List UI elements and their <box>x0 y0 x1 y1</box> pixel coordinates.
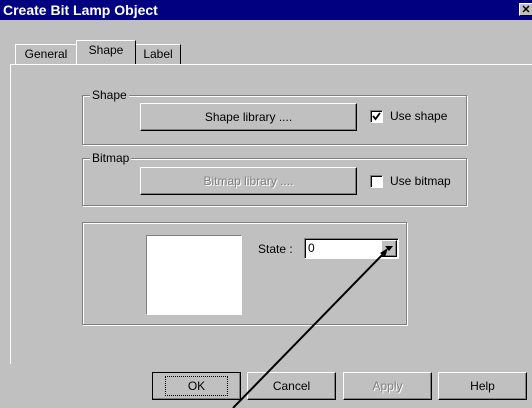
checkmark-icon <box>372 112 381 121</box>
cancel-button-label: Cancel <box>272 379 311 393</box>
tab-shape-label: Shape <box>88 43 124 57</box>
use-bitmap-label: Use bitmap <box>390 174 451 188</box>
shape-group-label: Shape <box>90 88 129 102</box>
shape-library-button-label: Shape library .... <box>204 110 293 124</box>
apply-button-label: Apply <box>372 379 403 393</box>
state-select-value: 0 <box>308 241 315 255</box>
state-preview-box <box>146 235 242 315</box>
state-label: State : <box>258 242 293 256</box>
ok-button-label: OK <box>164 376 229 396</box>
help-button[interactable]: Help <box>438 372 527 400</box>
use-shape-label: Use shape <box>390 109 448 123</box>
tab-general[interactable]: General <box>15 44 77 64</box>
bitmap-library-button-label: Bitmap library .... <box>203 174 294 188</box>
tab-shape[interactable]: Shape <box>76 40 136 64</box>
shape-library-button[interactable]: Shape library .... <box>140 103 357 131</box>
state-dropdown-button[interactable] <box>381 240 397 257</box>
window-title: Create Bit Lamp Object <box>3 2 158 18</box>
bitmap-library-button[interactable]: Bitmap library .... <box>140 167 357 195</box>
dropdown-arrow-icon <box>385 246 393 251</box>
ok-button[interactable]: OK <box>152 372 241 400</box>
title-bar[interactable]: Create Bit Lamp Object ✕ <box>0 0 532 20</box>
help-button-label: Help <box>470 379 495 393</box>
apply-button[interactable]: Apply <box>343 372 432 400</box>
close-button[interactable]: ✕ <box>519 3 532 16</box>
use-bitmap-checkbox[interactable] <box>370 175 383 188</box>
state-select[interactable]: 0 <box>304 238 399 259</box>
tab-general-label: General <box>24 47 68 61</box>
tab-label-label: Label <box>143 47 173 61</box>
dialog-window: Create Bit Lamp Object ✕ General Shape L… <box>0 0 532 408</box>
use-shape-checkbox[interactable] <box>370 110 383 123</box>
cancel-button[interactable]: Cancel <box>247 372 336 400</box>
bitmap-group-label: Bitmap <box>90 151 132 165</box>
tab-label[interactable]: Label <box>135 44 181 64</box>
